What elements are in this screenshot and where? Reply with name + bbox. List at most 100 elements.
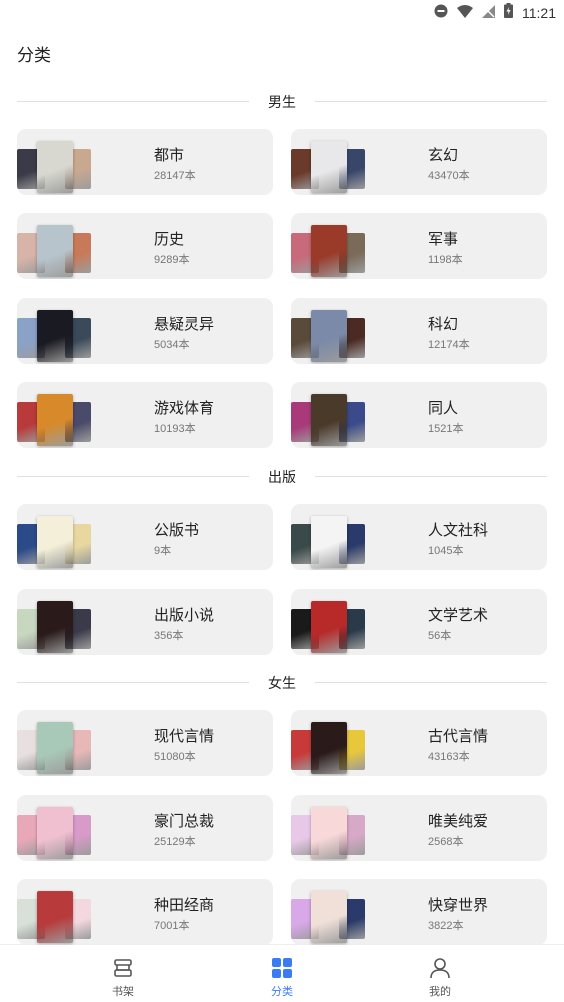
book-cover-image: [37, 807, 73, 859]
category-count: 1198本: [428, 254, 463, 266]
status-icons: 11:21: [434, 3, 556, 22]
section-header: 女生: [17, 672, 547, 692]
book-covers: [291, 795, 367, 861]
no-signal-icon: [482, 3, 495, 22]
category-count: 10193本: [154, 423, 196, 435]
book-covers: [291, 129, 367, 195]
category-count: 3822本: [428, 920, 464, 932]
book-cover-image: [37, 516, 73, 568]
book-cover-image: [311, 394, 347, 446]
book-cover-image: [37, 225, 73, 277]
profile-icon: [429, 957, 451, 979]
wifi-icon: [457, 3, 473, 22]
category-card[interactable]: 同人 1521本: [291, 382, 547, 448]
book-covers: [291, 504, 367, 570]
book-cover-image: [311, 722, 347, 774]
category-name: 现代言情: [154, 727, 215, 745]
category-card[interactable]: 快穿世界 3822本: [291, 879, 547, 945]
book-cover-image: [37, 601, 73, 653]
section-title: 男生: [268, 95, 296, 111]
category-count: 25129本: [154, 836, 196, 848]
category-card[interactable]: 出版小说 356本: [17, 589, 273, 655]
category-card[interactable]: 文学艺术 56本: [291, 589, 547, 655]
book-cover-image: [37, 891, 73, 943]
category-card[interactable]: 古代言情 43163本: [291, 710, 547, 776]
category-name: 玄幻: [428, 146, 459, 164]
book-covers: [291, 213, 367, 279]
section-header: 男生: [17, 91, 547, 111]
category-card[interactable]: 游戏体育 10193本: [17, 382, 273, 448]
category-name: 悬疑灵异: [154, 315, 215, 333]
category-name: 人文社科: [428, 521, 489, 539]
section-title: 女生: [268, 676, 296, 692]
category-count: 1521本: [428, 423, 464, 435]
tab-category[interactable]: 分类: [242, 945, 322, 1002]
category-name: 种田经商: [154, 896, 215, 914]
category-card[interactable]: 种田经商 7001本: [17, 879, 273, 945]
book-covers: [17, 298, 93, 364]
bottom-tab-bar: 书架 分类 我的: [0, 944, 564, 1002]
book-cover-image: [311, 310, 347, 362]
category-card[interactable]: 都市 28147本: [17, 129, 273, 195]
book-covers: [17, 213, 93, 279]
category-name: 科幻: [428, 315, 459, 333]
page-title: 分类: [17, 46, 51, 66]
battery-charging-icon: [504, 3, 513, 22]
book-covers: [291, 710, 367, 776]
category-card[interactable]: 悬疑灵异 5034本: [17, 298, 273, 364]
category-count: 356本: [154, 630, 184, 642]
category-card[interactable]: 科幻 12174本: [291, 298, 547, 364]
status-time: 11:21: [522, 4, 556, 21]
book-covers: [17, 589, 93, 655]
do-not-disturb-icon: [434, 3, 448, 22]
category-count: 5034本: [154, 339, 190, 351]
category-name: 唯美纯爱: [428, 812, 489, 830]
category-count: 28147本: [154, 170, 196, 182]
category-card[interactable]: 公版书 9本: [17, 504, 273, 570]
book-cover-image: [311, 891, 347, 943]
book-cover-image: [37, 141, 73, 193]
bookshelf-icon: [112, 957, 134, 979]
category-count: 9289本: [154, 254, 190, 266]
tab-label: 书架: [112, 985, 134, 998]
category-card[interactable]: 军事 1198本: [291, 213, 547, 279]
book-cover-image: [311, 225, 347, 277]
tab-bookshelf[interactable]: 书架: [83, 945, 163, 1002]
book-covers: [291, 879, 367, 945]
book-covers: [17, 710, 93, 776]
book-covers: [17, 795, 93, 861]
category-name: 快穿世界: [428, 896, 489, 914]
book-covers: [291, 589, 367, 655]
book-cover-image: [37, 394, 73, 446]
book-cover-image: [311, 141, 347, 193]
category-grid-icon: [271, 957, 293, 979]
tab-profile[interactable]: 我的: [400, 945, 480, 1002]
category-card[interactable]: 玄幻 43470本: [291, 129, 547, 195]
book-covers: [17, 504, 93, 570]
book-cover-image: [37, 310, 73, 362]
category-name: 豪门总裁: [154, 812, 215, 830]
status-bar: 11:21: [0, 0, 564, 26]
category-name: 都市: [154, 146, 185, 164]
category-card[interactable]: 人文社科 1045本: [291, 504, 547, 570]
tab-label: 分类: [271, 985, 293, 998]
book-covers: [291, 382, 367, 448]
category-name: 游戏体育: [154, 399, 215, 417]
book-covers: [291, 298, 367, 364]
category-card[interactable]: 历史 9289本: [17, 213, 273, 279]
category-card[interactable]: 唯美纯爱 2568本: [291, 795, 547, 861]
section-header: 出版: [17, 466, 547, 486]
category-count: 12174本: [428, 339, 470, 351]
book-cover-image: [37, 722, 73, 774]
book-covers: [17, 382, 93, 448]
book-cover-image: [311, 807, 347, 859]
category-card[interactable]: 现代言情 51080本: [17, 710, 273, 776]
category-card[interactable]: 豪门总裁 25129本: [17, 795, 273, 861]
category-name: 古代言情: [428, 727, 489, 745]
book-covers: [17, 879, 93, 945]
category-count: 7001本: [154, 920, 190, 932]
category-count: 51080本: [154, 751, 196, 763]
category-count: 1045本: [428, 545, 464, 557]
section-title: 出版: [268, 470, 296, 486]
tab-label: 我的: [429, 985, 451, 998]
